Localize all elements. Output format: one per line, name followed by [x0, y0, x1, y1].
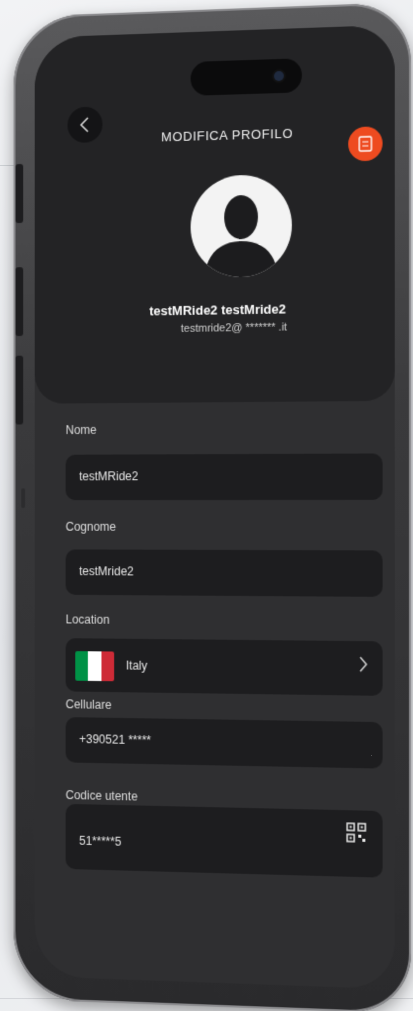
- cellulare-label: Cellulare: [65, 697, 112, 712]
- page-title: MODIFICA PROFILO: [161, 125, 294, 145]
- phone-frame: MODIFICA PROFILO testMRide2 testMride2 t…: [13, 1, 412, 1011]
- chevron-right-icon: [358, 655, 368, 678]
- back-button[interactable]: [67, 106, 103, 144]
- volume-down-button: [15, 355, 24, 425]
- camera-icon: [273, 70, 284, 82]
- cellulare-field[interactable]: +390521 *****: [65, 717, 383, 769]
- qr-code-icon[interactable]: [346, 822, 366, 848]
- cellulare-value: +390521 *****: [79, 732, 152, 748]
- profile-header: MODIFICA PROFILO testMRide2 testMride2 t…: [34, 24, 395, 404]
- profile-name: testMRide2 testMride2: [149, 301, 286, 319]
- dynamic-island: [190, 58, 302, 96]
- chevron-left-icon: [78, 116, 92, 134]
- side-detail: [21, 488, 26, 508]
- location-selector[interactable]: Italy: [65, 638, 383, 696]
- codice-utente-label: Codice utente: [65, 788, 138, 804]
- phone-screen: MODIFICA PROFILO testMRide2 testMride2 t…: [34, 24, 395, 990]
- action-button: [15, 163, 24, 224]
- italy-flag-icon: [75, 651, 115, 682]
- location-label: Location: [65, 612, 110, 627]
- cognome-value: testMride2: [79, 564, 134, 579]
- save-icon: [357, 135, 373, 154]
- profile-email: testmride2@ ******* .it: [180, 321, 288, 335]
- location-value: Italy: [125, 658, 148, 673]
- volume-up-button: [15, 267, 24, 337]
- nome-field[interactable]: testMRide2: [65, 453, 383, 501]
- cognome-label: Cognome: [65, 519, 117, 534]
- avatar[interactable]: [190, 173, 292, 279]
- nome-value: testMRide2: [79, 469, 139, 484]
- codice-utente-field: 51*****5: [65, 803, 383, 878]
- cognome-field[interactable]: testMride2: [65, 549, 383, 597]
- codice-utente-value: 51*****5: [79, 833, 122, 849]
- screenshot-stage: MODIFICA PROFILO testMRide2 testMride2 t…: [0, 0, 413, 1011]
- nome-label: Nome: [65, 422, 97, 437]
- user-silhouette-icon: [205, 195, 278, 279]
- save-button[interactable]: [348, 126, 383, 162]
